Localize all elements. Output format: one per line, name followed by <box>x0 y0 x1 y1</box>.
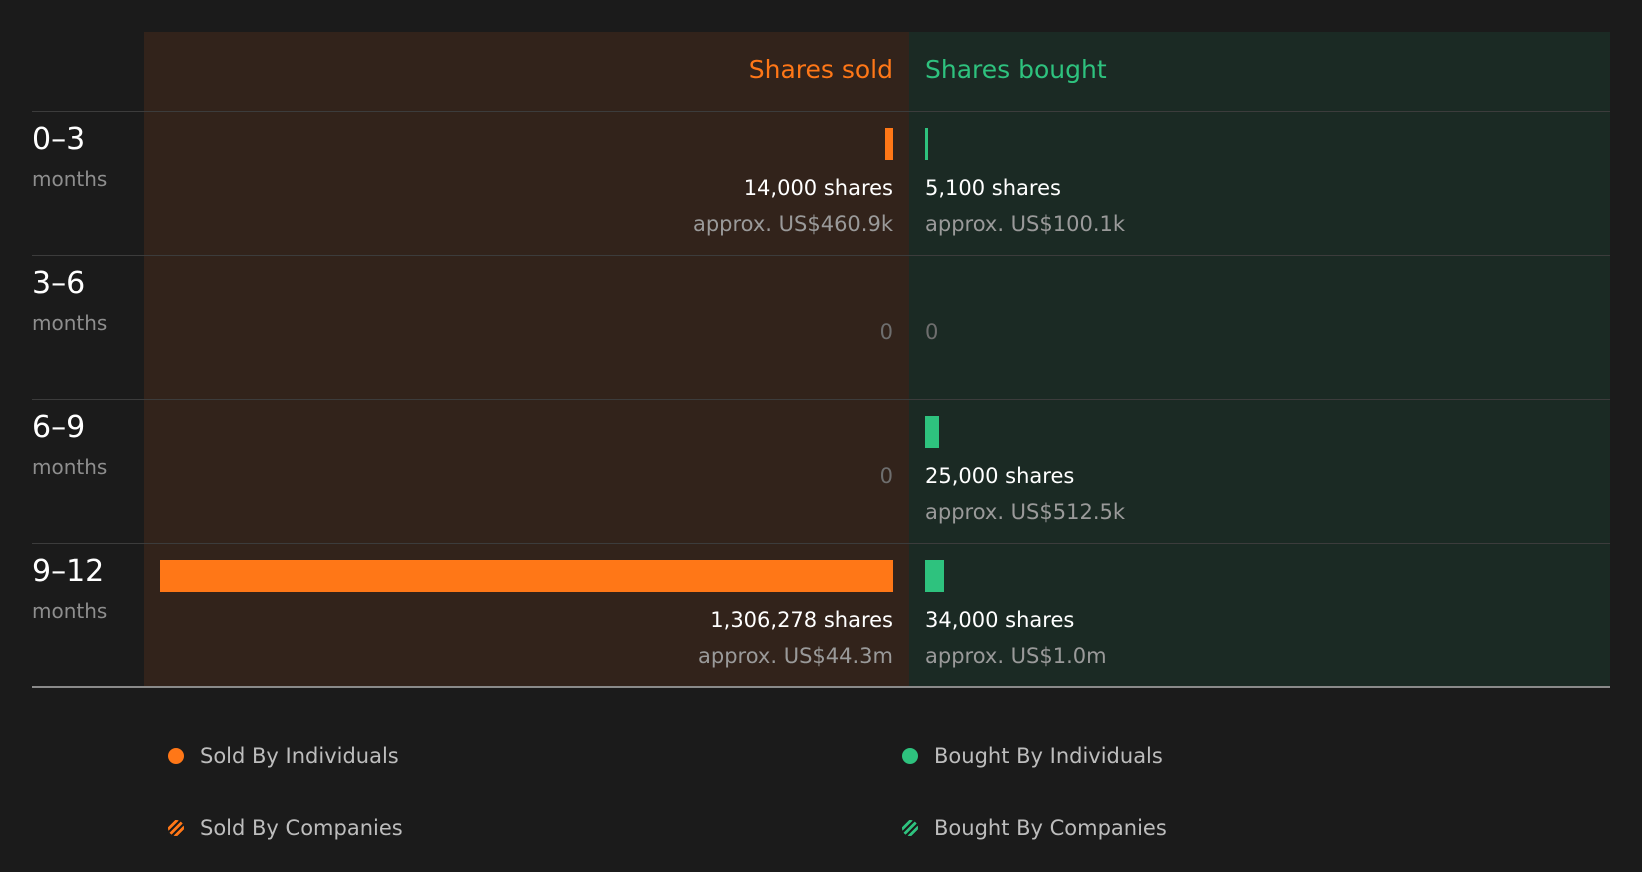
bought-value-label: approx. US$1.0m <box>925 644 1107 668</box>
shares-bought-header: Shares bought <box>925 55 1107 84</box>
legend-bought-companies: Bought By Companies <box>902 816 1167 840</box>
legend-label: Bought By Individuals <box>934 744 1163 768</box>
legend-dot-icon <box>902 748 918 764</box>
legend-label: Sold By Individuals <box>200 744 399 768</box>
sold-value-label: approx. US$460.9k <box>692 212 893 236</box>
row-divider <box>32 399 1610 400</box>
period-range: 0–3 <box>32 122 86 157</box>
legend-label: Bought By Companies <box>934 816 1167 840</box>
bought-bar <box>925 128 928 160</box>
row-divider <box>32 543 1610 544</box>
legend-label: Sold By Companies <box>200 816 403 840</box>
period-unit: months <box>32 599 108 623</box>
bought-zero-label: 0 <box>925 320 939 344</box>
bought-shares-label: 34,000 shares <box>925 608 1075 632</box>
legend-hatched-dot-icon <box>902 820 918 836</box>
period-label: 9–12 months <box>32 553 142 623</box>
sold-bar <box>160 560 893 592</box>
period-label: 3–6 months <box>32 265 142 335</box>
legend-dot-icon <box>168 748 184 764</box>
baseline <box>32 686 1610 688</box>
sold-zero-label: 0 <box>879 320 893 344</box>
sold-value-label: approx. US$44.3m <box>698 644 893 668</box>
shares-sold-header: Shares sold <box>748 55 893 84</box>
period-range: 6–9 <box>32 410 86 445</box>
period-label: 6–9 months <box>32 409 142 479</box>
row-divider <box>32 111 1610 112</box>
bought-bar <box>925 416 939 448</box>
period-unit: months <box>32 311 108 335</box>
bought-value-label: approx. US$100.1k <box>925 212 1126 236</box>
bought-value-label: approx. US$512.5k <box>925 500 1126 524</box>
sold-zero-label: 0 <box>879 464 893 488</box>
sold-shares-label: 1,306,278 shares <box>710 608 893 632</box>
period-range: 3–6 <box>32 266 86 301</box>
period-unit: months <box>32 455 108 479</box>
period-range: 9–12 <box>32 554 105 589</box>
legend-bought-individuals: Bought By Individuals <box>902 744 1163 768</box>
bought-bar <box>925 560 944 592</box>
bought-shares-label: 5,100 shares <box>925 176 1061 200</box>
bought-panel <box>909 32 1610 687</box>
period-label: 0–3 months <box>32 121 142 191</box>
legend-sold-individuals: Sold By Individuals <box>168 744 399 768</box>
sold-shares-label: 14,000 shares <box>743 176 893 200</box>
sold-bar <box>885 128 893 160</box>
legend-hatched-dot-icon <box>168 820 184 836</box>
legend-sold-companies: Sold By Companies <box>168 816 403 840</box>
period-unit: months <box>32 167 108 191</box>
bought-shares-label: 25,000 shares <box>925 464 1075 488</box>
row-divider <box>32 255 1610 256</box>
